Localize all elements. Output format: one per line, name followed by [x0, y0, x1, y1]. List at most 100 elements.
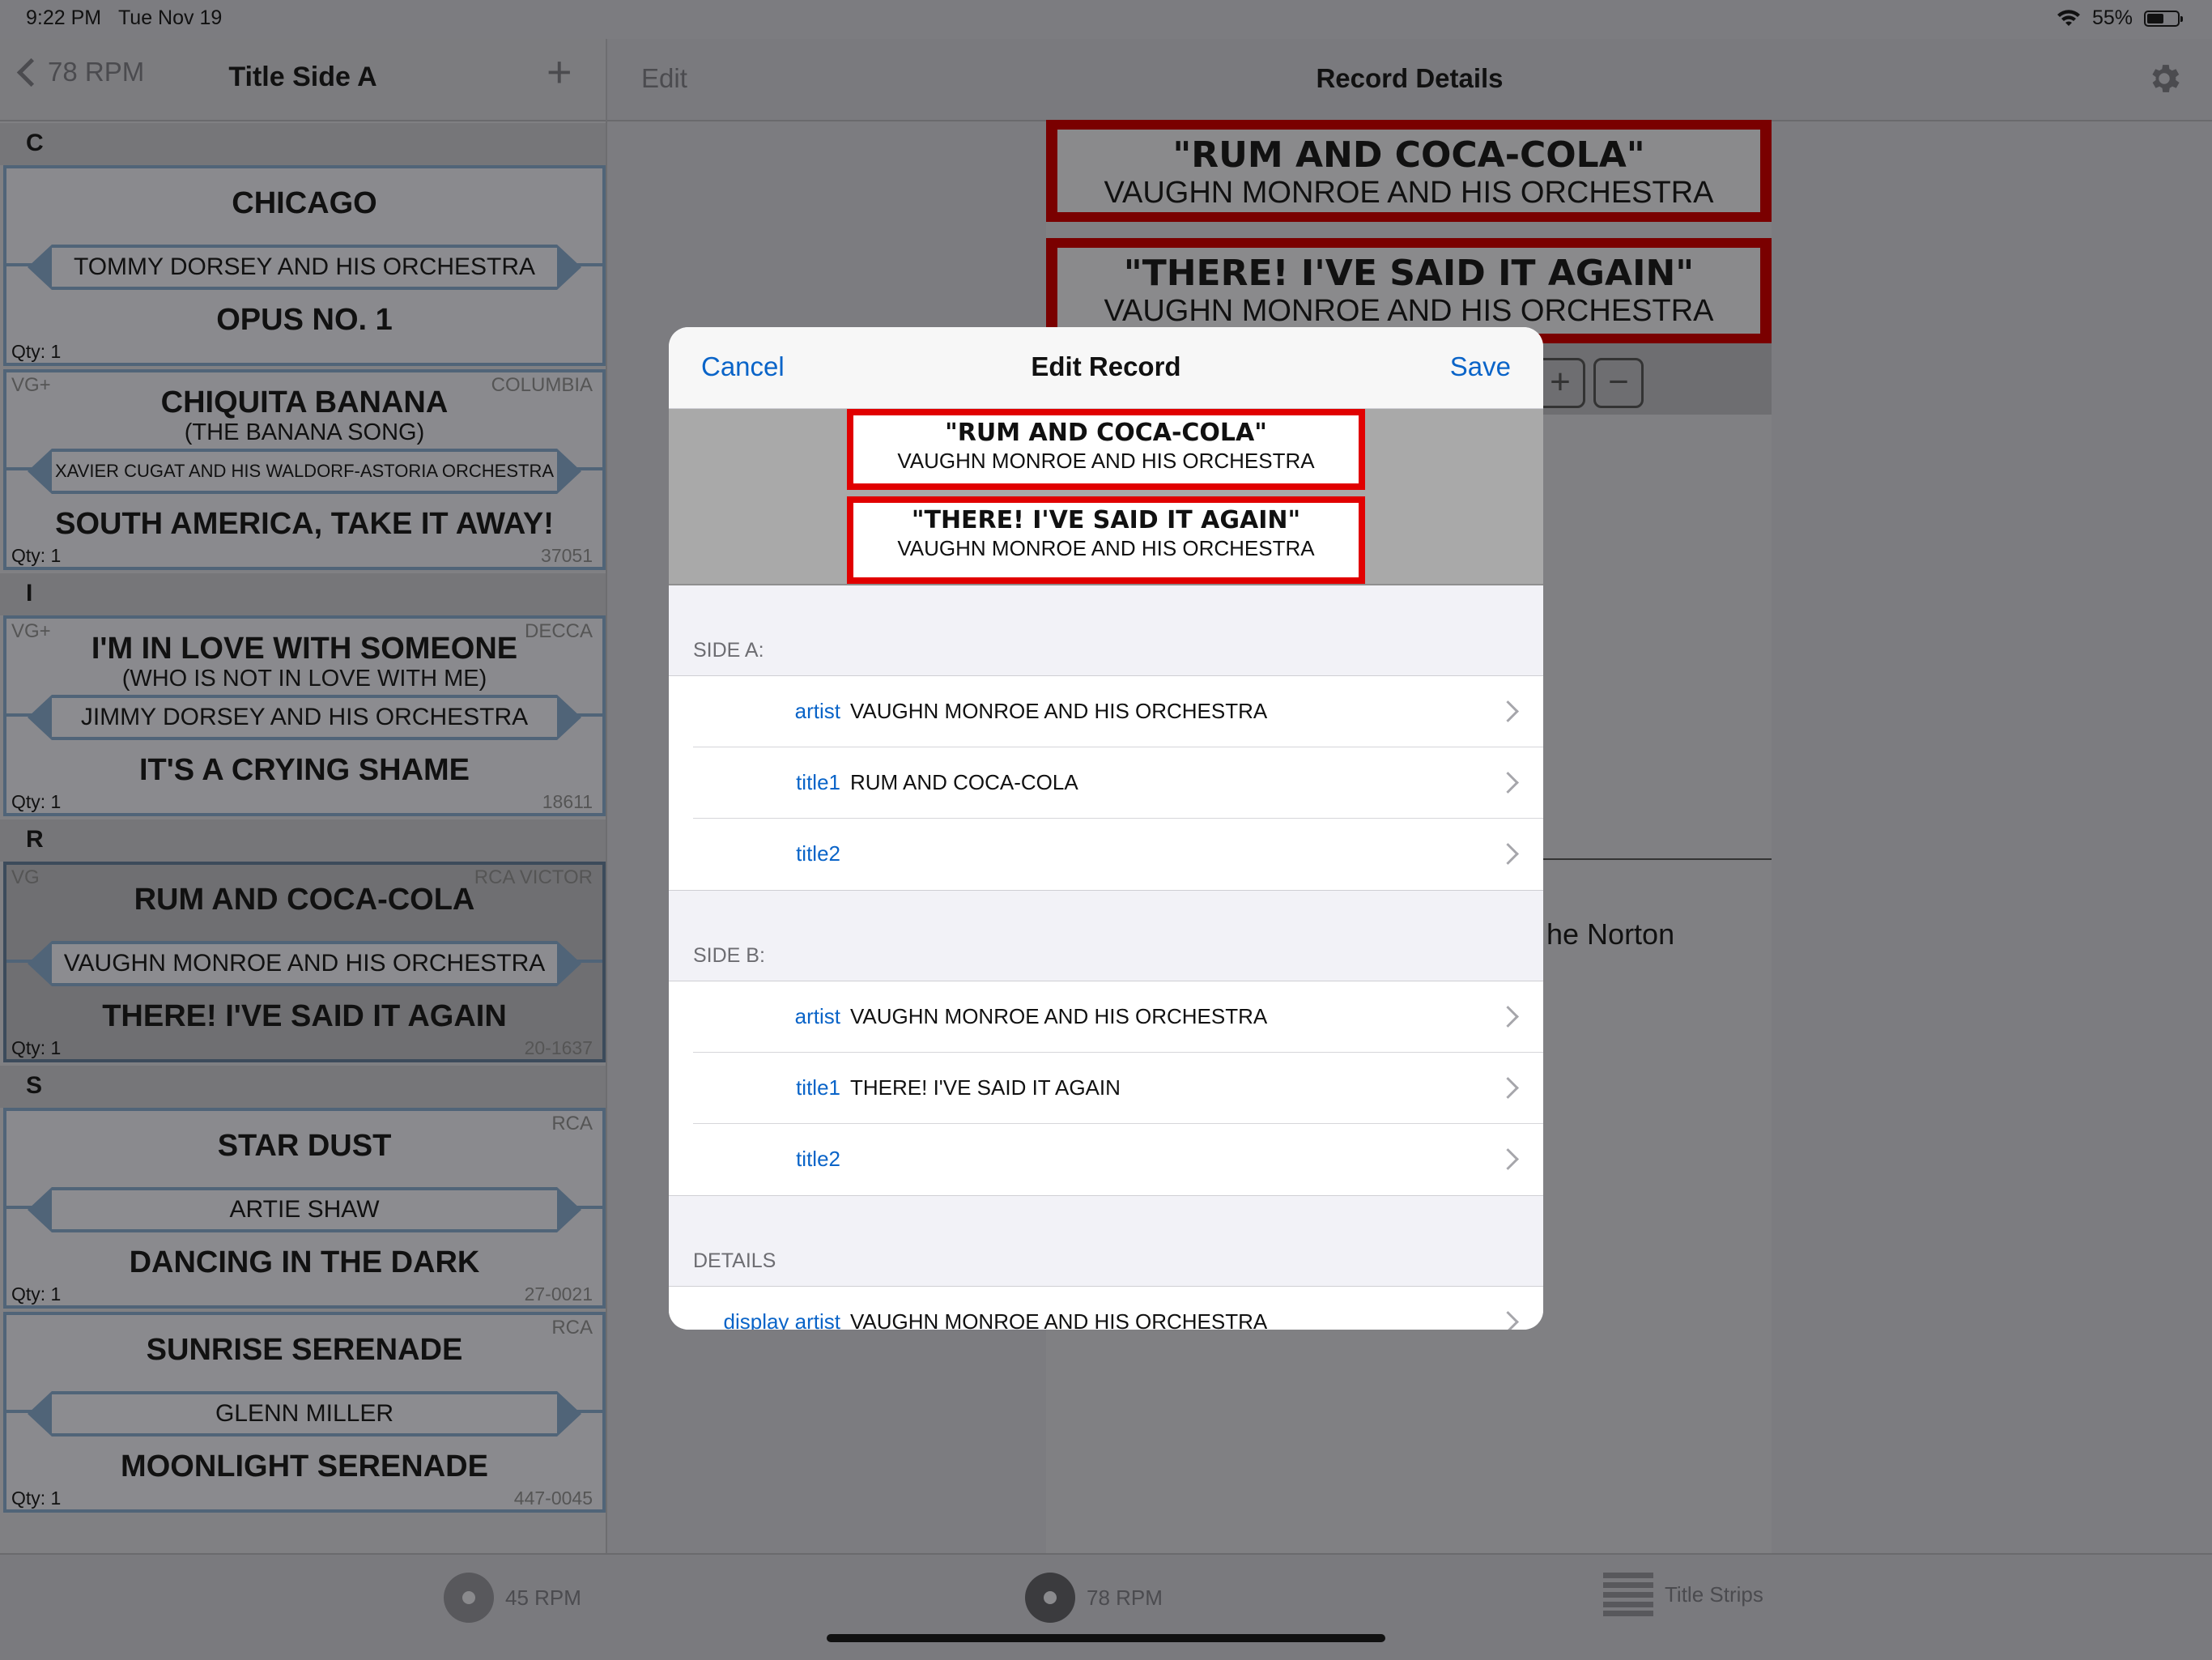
- title-side-a: STAR DUST: [217, 1129, 392, 1163]
- record-strip[interactable]: VG+ DECCA I'M IN LOVE WITH SOMEONE (WHO IS …: [3, 615, 606, 816]
- master-title: Title Side A: [228, 62, 377, 92]
- section-header: S: [0, 1066, 606, 1108]
- battery-icon: [2144, 10, 2183, 27]
- plus-icon[interactable]: +: [547, 50, 572, 94]
- side-b-row-title1[interactable]: title1 THERE! I'VE SAID IT AGAIN: [669, 1053, 1543, 1124]
- wifi-icon: [2057, 9, 2080, 26]
- subtitle-side-a: (WHO IS NOT IN LOVE WITH ME): [121, 666, 487, 692]
- section-header: I: [0, 573, 606, 615]
- decrement-button[interactable]: −: [1593, 358, 1644, 408]
- quantity: Qty: 1: [11, 545, 62, 566]
- side-a-row-artist[interactable]: artist VAUGHN MONROE AND HIS ORCHESTRA: [669, 676, 1543, 747]
- side-b-row-title2[interactable]: title2: [669, 1124, 1543, 1195]
- details-row-display-artist[interactable]: display artist VAUGHN MONROE AND HIS ORCH…: [669, 1287, 1543, 1330]
- subtitle-side-a: (THE BANANA SONG): [184, 419, 425, 445]
- artist-band: GLENN MILLER: [28, 1391, 581, 1437]
- status-right: 55%: [2057, 6, 2183, 30]
- side-a-group: artist VAUGHN MONROE AND HIS ORCHESTRA tit…: [669, 675, 1543, 891]
- side-a-row-title1[interactable]: title1 RUM AND COCA-COLA: [669, 747, 1543, 819]
- field-value: THERE! I'VE SAID IT AGAIN: [850, 1075, 1121, 1100]
- title-side-a: SUNRISE SERENADE: [146, 1333, 463, 1367]
- detail-strip-side-a: "RUM AND COCA-COLA" VAUGHN MONROE AND HI…: [1046, 120, 1772, 222]
- gear-icon[interactable]: [2146, 60, 2183, 97]
- chevron-right-icon: [1497, 1077, 1519, 1099]
- section-letter: I: [26, 580, 33, 607]
- catalog-number: 37051: [541, 545, 593, 566]
- tab-label: 78 RPM: [1087, 1585, 1163, 1610]
- artist-band: VAUGHN MONROE AND HIS ORCHESTRA: [28, 941, 581, 986]
- detail-strip-b-artist: VAUGHN MONROE AND HIS ORCHESTRA: [1104, 294, 1714, 328]
- tab-45-rpm[interactable]: 45 RPM: [444, 1573, 581, 1623]
- side-b-header: SIDE B:: [693, 944, 765, 967]
- quantity: Qty: 1: [11, 1037, 62, 1058]
- field-key: title2: [796, 841, 840, 866]
- record-strip[interactable]: VG+ COLUMBIA CHIQUITA BANANA (THE BANANA SO…: [3, 369, 606, 570]
- catalog-number: 447-0045: [513, 1488, 593, 1509]
- side-a-row-title2[interactable]: title2: [669, 819, 1543, 890]
- field-value: RUM AND COCA-COLA: [850, 770, 1078, 794]
- detail-title: Record Details: [1316, 63, 1504, 93]
- field-key: display artist: [723, 1309, 841, 1330]
- quantity: Qty: 1: [11, 1283, 62, 1305]
- field-value: VAUGHN MONROE AND HIS ORCHESTRA: [850, 1309, 1268, 1330]
- side-b-group: artist VAUGHN MONROE AND HIS ORCHESTRA tit…: [669, 981, 1543, 1196]
- detail-strip-a-artist: VAUGHN MONROE AND HIS ORCHESTRA: [1104, 176, 1714, 210]
- record-strip[interactable]: VG RCA VICTOR RUM AND COCA-COLA VAUGHN MONR…: [3, 862, 606, 1062]
- title-side-b: SOUTH AMERICA, TAKE IT AWAY!: [55, 507, 554, 541]
- title-side-b: OPUS NO. 1: [216, 303, 393, 337]
- chevron-right-icon: [1497, 1148, 1519, 1170]
- tab-label: 45 RPM: [505, 1585, 581, 1610]
- home-indicator[interactable]: [827, 1634, 1385, 1642]
- record-strip[interactable]: RCA STAR DUST ARTIE SHAW DANCING IN THE DAR…: [3, 1108, 606, 1309]
- chevron-right-icon: [1497, 772, 1519, 794]
- tab-bar: 45 RPM 78 RPM Title Strips: [0, 1553, 2212, 1660]
- master-nav-bar: 78 RPM Title Side A +: [0, 39, 606, 121]
- chevron-right-icon: [1497, 843, 1519, 865]
- section-letter: C: [26, 130, 44, 156]
- title-side-b: IT'S A CRYING SHAME: [138, 753, 470, 787]
- section-letter: R: [26, 826, 44, 853]
- title-side-b: MOONLIGHT SERENADE: [121, 1449, 488, 1483]
- quantity: Qty: 1: [11, 791, 62, 812]
- tab-78-rpm[interactable]: 78 RPM: [1025, 1573, 1163, 1623]
- field-key: title1: [796, 1075, 840, 1100]
- side-a-header: SIDE A:: [693, 639, 764, 662]
- chevron-right-icon: [1497, 1311, 1519, 1330]
- chevron-right-icon: [1497, 1006, 1519, 1028]
- tab-label: Title Strips: [1665, 1581, 1763, 1607]
- partial-text: he Norton: [1546, 917, 1675, 951]
- quantity: Qty: 1: [11, 1488, 62, 1509]
- field-key: title2: [796, 1147, 840, 1171]
- tab-title-strips[interactable]: Title Strips: [1603, 1573, 1763, 1616]
- record-strip[interactable]: CHICAGO TOMMY DORSEY AND HIS ORCHESTRA OPU…: [3, 165, 606, 366]
- details-group: display artist VAUGHN MONROE AND HIS ORCH…: [669, 1286, 1543, 1330]
- title-side-a: CHICAGO: [232, 186, 377, 220]
- quantity: Qty: 1: [11, 341, 62, 362]
- catalog-number: 20-1637: [524, 1037, 593, 1058]
- battery-fill: [2147, 13, 2163, 23]
- detail-strip-a-title: "RUM AND COCA-COLA": [1172, 134, 1645, 176]
- record-list[interactable]: C CHICAGO TOMMY DORSEY AND HIS ORCHESTRA OP…: [0, 120, 606, 1553]
- catalog-number: 27-0021: [524, 1283, 593, 1305]
- section-header: R: [0, 819, 606, 862]
- side-b-row-artist[interactable]: artist VAUGHN MONROE AND HIS ORCHESTRA: [669, 981, 1543, 1053]
- record-strip[interactable]: RCA SUNRISE SERENADE GLENN MILLER MOONLIGHT…: [3, 1312, 606, 1513]
- title-strips-icon: [1603, 1573, 1653, 1616]
- status-time-date: 9:22 PM Tue Nov 19: [26, 6, 222, 30]
- detail-strip-b-title: "THERE! I'VE SAID IT AGAIN": [1123, 253, 1695, 294]
- battery-percent: 55%: [2091, 6, 2133, 29]
- section-letter: S: [26, 1072, 43, 1099]
- title-side-a: I'M IN LOVE WITH SOMEONE: [91, 632, 518, 666]
- field-value: VAUGHN MONROE AND HIS ORCHESTRA: [850, 699, 1268, 723]
- title-side-a: CHIQUITA BANANA: [160, 385, 449, 419]
- section-header: C: [0, 123, 606, 165]
- chevron-right-icon: [1497, 700, 1519, 722]
- disc-icon: [444, 1573, 494, 1623]
- details-header: DETAILS: [693, 1249, 776, 1272]
- detail-nav-bar: Edit Record Details: [607, 39, 2212, 121]
- artist-band: ARTIE SHAW: [28, 1187, 581, 1232]
- artist-band: JIMMY DORSEY AND HIS ORCHESTRA: [28, 695, 581, 740]
- field-key: artist: [794, 1004, 840, 1028]
- artist-band: XAVIER CUGAT AND HIS WALDORF-ASTORIA ORC…: [28, 449, 581, 494]
- field-key: artist: [794, 699, 840, 723]
